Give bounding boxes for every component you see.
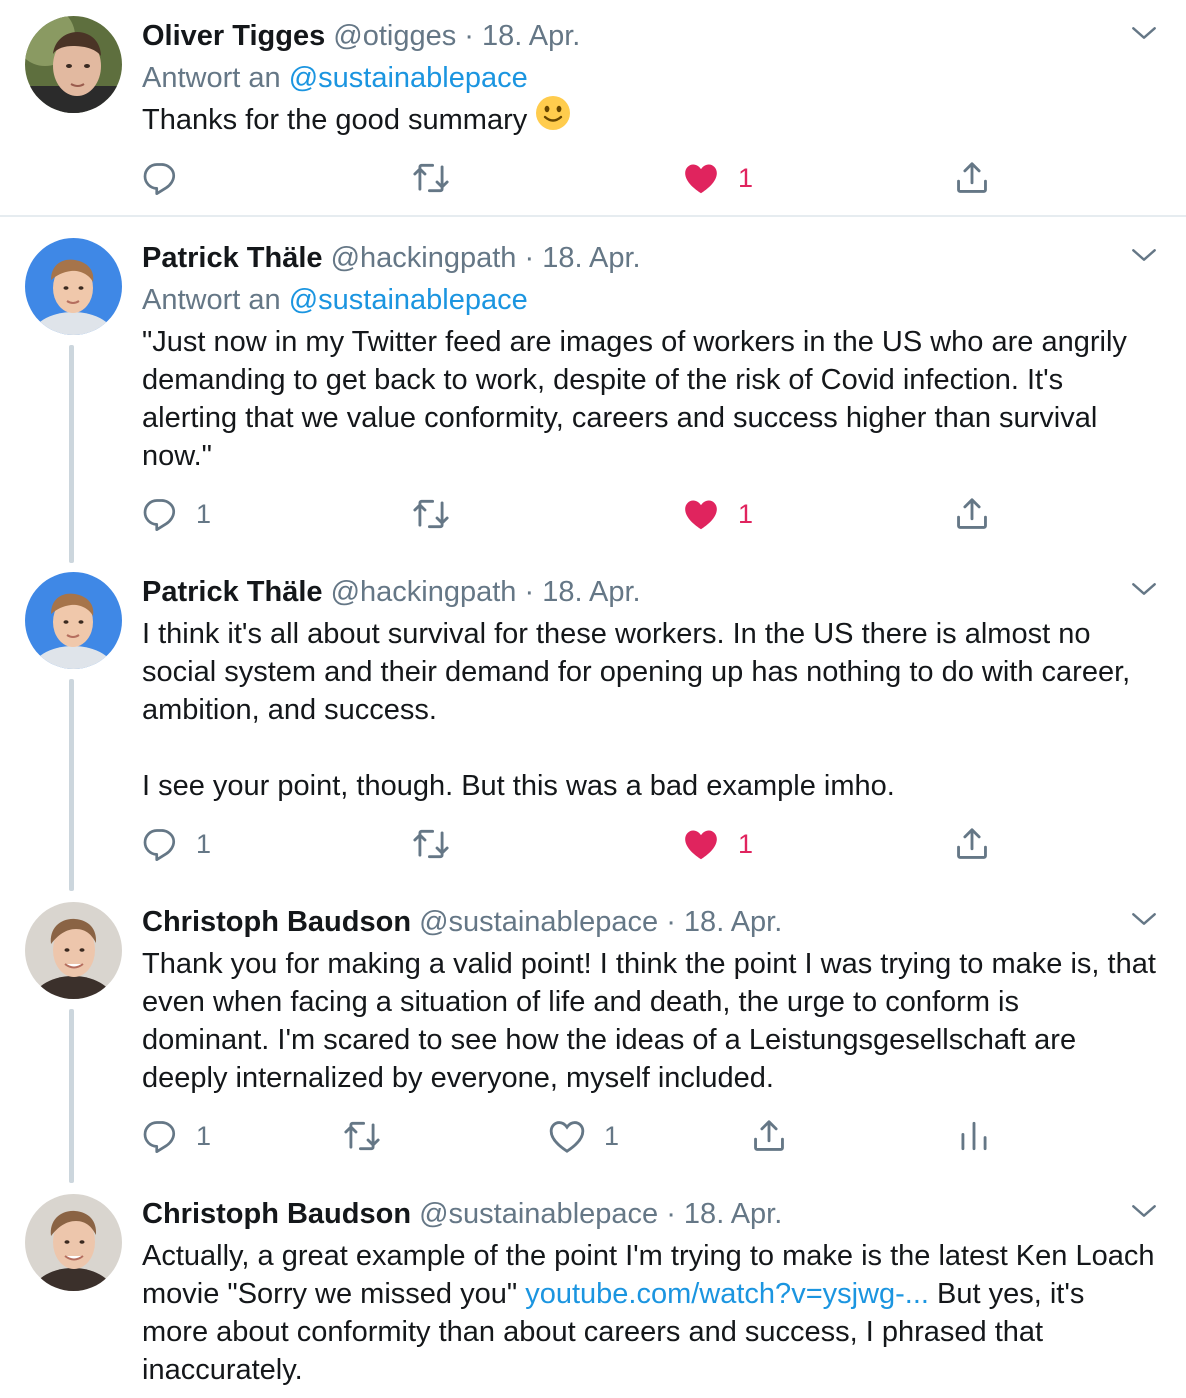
- author-name[interactable]: Patrick Thäle: [142, 576, 323, 608]
- tweet[interactable]: Christoph Baudson @sustainablepace · 18.…: [0, 881, 1186, 1183]
- author-name[interactable]: Christoph Baudson: [142, 1198, 411, 1230]
- reply-to-link[interactable]: @sustainablepace: [289, 284, 528, 316]
- tweet-header: Patrick Thäle @hackingpath · 18. Apr.: [142, 573, 641, 611]
- share-icon: [953, 495, 991, 533]
- reply-prefix: Antwort an: [142, 62, 281, 94]
- tweet-date[interactable]: · 18. Apr.: [525, 576, 641, 608]
- chevron-down-icon[interactable]: [1128, 903, 1160, 935]
- tweet-text: I think it's all about survival for thes…: [142, 618, 1131, 802]
- tweet[interactable]: Patrick Thäle @hackingpath · 18. Apr. I …: [0, 551, 1186, 891]
- author-handle[interactable]: @hackingpath: [331, 242, 517, 274]
- tweet-text: Thank you for making a valid point! I th…: [142, 948, 1156, 1094]
- tweet[interactable]: Oliver Tigges @otigges · 18. Apr. Antwor…: [0, 0, 1186, 215]
- thread-line: [69, 1009, 74, 1183]
- like-button[interactable]: 1: [682, 158, 753, 198]
- reply-icon: [142, 826, 178, 862]
- author-handle[interactable]: @hackingpath: [331, 576, 517, 608]
- like-count: 1: [738, 162, 754, 193]
- reply-button[interactable]: [142, 158, 178, 198]
- author-name[interactable]: Oliver Tigges: [142, 20, 325, 52]
- avatar[interactable]: [25, 902, 122, 999]
- thread-line: [69, 345, 74, 563]
- like-count: 1: [738, 498, 754, 529]
- reply-count: 1: [196, 498, 212, 529]
- avatar[interactable]: [25, 238, 122, 335]
- tweet[interactable]: Christoph Baudson @sustainablepace · 18.…: [0, 1173, 1186, 1398]
- tweet-date[interactable]: · 18. Apr.: [525, 242, 641, 274]
- share-button[interactable]: [953, 824, 991, 864]
- like-icon: [682, 159, 720, 197]
- reply-context: Antwort an @sustainablepace: [142, 281, 528, 319]
- avatar[interactable]: [25, 16, 122, 113]
- share-button[interactable]: [953, 494, 991, 534]
- chevron-down-icon[interactable]: [1128, 239, 1160, 271]
- tweet-link[interactable]: youtube.com/watch?v=ysjwg-...: [525, 1278, 929, 1310]
- retweet-button[interactable]: [412, 824, 450, 864]
- author-name[interactable]: Christoph Baudson: [142, 906, 411, 938]
- tweet-header: Patrick Thäle @hackingpath · 18. Apr.: [142, 239, 641, 277]
- slightly-smiling-face-icon: [535, 95, 571, 141]
- share-button[interactable]: [953, 158, 991, 198]
- retweet-icon: [343, 1117, 381, 1155]
- chevron-down-icon[interactable]: [1128, 1195, 1160, 1227]
- avatar[interactable]: [25, 1194, 122, 1291]
- retweet-button[interactable]: [343, 1116, 381, 1156]
- like-button[interactable]: 1: [682, 494, 753, 534]
- reply-icon: [142, 496, 178, 532]
- like-icon: [548, 1117, 586, 1155]
- reply-count: 1: [196, 1120, 212, 1151]
- retweet-icon: [412, 159, 450, 197]
- reply-icon: [142, 160, 178, 196]
- author-name[interactable]: Patrick Thäle: [142, 242, 323, 274]
- share-button[interactable]: [750, 1116, 788, 1156]
- like-icon: [682, 495, 720, 533]
- author-handle[interactable]: @otigges: [333, 20, 456, 52]
- reply-prefix: Antwort an: [142, 284, 281, 316]
- thread-line: [69, 679, 74, 891]
- tweet-text: "Just now in my Twitter feed are images …: [142, 326, 1127, 472]
- author-handle[interactable]: @sustainablepace: [419, 906, 658, 938]
- share-icon: [953, 825, 991, 863]
- tweet-text-content: Thanks for the good summary: [142, 104, 528, 136]
- author-handle[interactable]: @sustainablepace: [419, 1198, 658, 1230]
- analytics-button[interactable]: [955, 1116, 993, 1156]
- tweet-header: Christoph Baudson @sustainablepace · 18.…: [142, 903, 782, 941]
- tweet-header: Oliver Tigges @otigges · 18. Apr.: [142, 17, 580, 55]
- share-icon: [750, 1117, 788, 1155]
- tweet[interactable]: Patrick Thäle @hackingpath · 18. Apr. An…: [0, 217, 1186, 563]
- retweet-icon: [412, 825, 450, 863]
- chevron-down-icon[interactable]: [1128, 573, 1160, 605]
- reply-icon: [142, 1118, 178, 1154]
- reply-to-link[interactable]: @sustainablepace: [289, 62, 528, 94]
- tweet-date[interactable]: · 18. Apr.: [666, 1198, 782, 1230]
- reply-context: Antwort an @sustainablepace: [142, 59, 528, 97]
- retweet-icon: [412, 495, 450, 533]
- like-button[interactable]: 1: [548, 1116, 619, 1156]
- like-count: 1: [604, 1120, 620, 1151]
- reply-button[interactable]: 1: [142, 824, 211, 864]
- avatar[interactable]: [25, 572, 122, 669]
- tweet-date[interactable]: · 18. Apr.: [464, 20, 580, 52]
- chevron-down-icon[interactable]: [1128, 17, 1160, 49]
- tweet-header: Christoph Baudson @sustainablepace · 18.…: [142, 1195, 782, 1233]
- tweet-text: Actually, a great example of the point I…: [142, 1237, 1172, 1389]
- like-count: 1: [738, 828, 754, 859]
- reply-button[interactable]: 1: [142, 1116, 211, 1156]
- like-icon: [682, 825, 720, 863]
- analytics-icon: [955, 1117, 993, 1155]
- share-icon: [953, 159, 991, 197]
- like-button[interactable]: 1: [682, 824, 753, 864]
- tweet-text: Thanks for the good summary: [142, 96, 1172, 141]
- reply-count: 1: [196, 828, 212, 859]
- retweet-button[interactable]: [412, 158, 450, 198]
- reply-button[interactable]: 1: [142, 494, 211, 534]
- retweet-button[interactable]: [412, 494, 450, 534]
- tweet-date[interactable]: · 18. Apr.: [666, 906, 782, 938]
